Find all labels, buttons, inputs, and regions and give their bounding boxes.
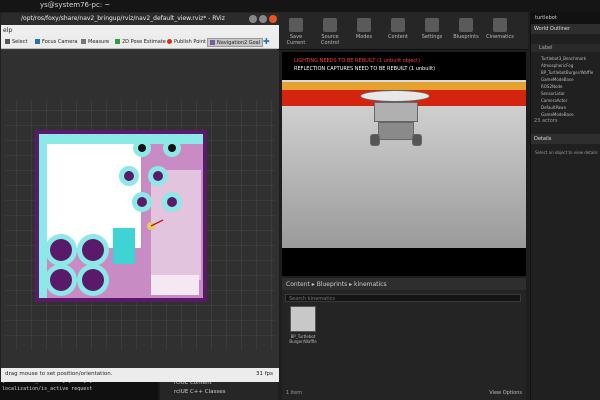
details-title: Details — [531, 134, 600, 144]
viewport-scene — [282, 80, 526, 248]
ue-viewport[interactable]: LIGHTING NEEDS TO BE REBUILT (1 unbuilt … — [282, 52, 526, 276]
folder-item[interactable]: rclUE C++ Classes — [174, 389, 225, 395]
clapper-icon — [493, 18, 507, 32]
arrow-icon — [115, 39, 120, 44]
rviz-statusbar: drag mouse to set position/orientation. … — [1, 368, 279, 382]
robot-base — [378, 122, 414, 140]
inflated-wall-left — [39, 134, 47, 298]
unreal-editor-window: Save Current Source Control Modes Conten… — [278, 12, 600, 400]
free-space-lower — [151, 275, 199, 295]
view-options-button[interactable]: View Options — [489, 390, 522, 396]
tool-focus-camera[interactable]: Focus Camera — [33, 38, 80, 47]
rviz-title: /opt/ros/foxy/share/nav2_bringup/rviz/na… — [21, 15, 225, 22]
details-hint: Select an object to view details — [535, 150, 598, 155]
ue-content-button[interactable]: Content — [382, 18, 414, 40]
rviz-window: /opt/ros/foxy/share/nav2_bringup/rviz/na… — [0, 12, 279, 382]
cursor-icon — [5, 39, 10, 44]
outliner-row[interactable]: GameModeBase — [541, 77, 599, 82]
camera-icon — [35, 39, 40, 44]
tool-publish-point[interactable]: Publish Point — [165, 38, 208, 47]
robot-body — [374, 102, 418, 122]
tool-measure[interactable]: Measure — [79, 38, 111, 47]
tool-navigation2-goal[interactable]: Navigation2 Goal — [207, 38, 264, 47]
reflection-warning: REFLECTION CAPTURES NEED TO BE REBUILT (… — [294, 66, 436, 72]
robot-wheel-left — [370, 134, 380, 146]
goal-icon — [210, 40, 215, 45]
robot-wheel-right — [412, 134, 422, 146]
maximize-button[interactable] — [259, 15, 267, 23]
content-breadcrumb[interactable]: Content ▸ Blueprints ▸ kinematics — [282, 278, 526, 290]
tool-2d-pose-estimate[interactable]: 2D Pose Estimate — [113, 38, 168, 47]
blueprint-icon — [459, 18, 473, 32]
outliner-row[interactable]: BP_TurtlebotBurger/Waffle — [541, 70, 599, 75]
outliner-label-column[interactable]: Label — [531, 44, 600, 52]
asset-label: BP_Turtlebot Burger/Waffle — [289, 334, 317, 344]
asset-thumbnail[interactable] — [290, 306, 316, 332]
robot-top-plate — [360, 90, 430, 102]
content-browser: Content ▸ Blueprints ▸ kinematics Search… — [282, 278, 526, 400]
save-icon — [289, 18, 303, 32]
fps-counter: 31 fps — [255, 371, 273, 377]
actor-count: 23 actors — [534, 118, 558, 124]
content-icon — [391, 18, 405, 32]
ue-blueprints-button[interactable]: Blueprints — [450, 18, 482, 40]
rviz-menubar: elp — [1, 25, 279, 36]
rviz-toolbar: Select Focus Camera Measure 2D Pose Esti… — [1, 36, 279, 49]
gear-icon — [425, 18, 439, 32]
ue-settings-button[interactable]: Settings — [416, 18, 448, 40]
ue-titlebar: turtlebot — [531, 12, 600, 24]
world-outliner-title: World Outliner — [531, 24, 600, 34]
help-menu[interactable]: elp — [3, 27, 12, 34]
outliner-row[interactable]: ROS2Node — [541, 84, 599, 89]
source-control-icon — [323, 18, 337, 32]
outliner-row[interactable]: CameraActor — [541, 98, 599, 103]
add-tool-icon[interactable]: ✚ — [261, 36, 272, 46]
modes-icon — [357, 18, 371, 32]
local-costmap — [113, 228, 135, 264]
outliner-row[interactable]: Turtlebot3_Benchmark — [541, 56, 599, 61]
item-count: 1 item — [286, 390, 303, 396]
lighting-warning: LIGHTING NEEDS TO BE REBUILT (1 unbuilt … — [294, 58, 421, 64]
pin-icon — [167, 39, 172, 44]
terminal-title: ys@system76-pc: ~ — [40, 1, 111, 9]
inflation-zone — [151, 170, 201, 280]
outliner-row[interactable]: SensorLidar — [541, 91, 599, 96]
ue-source-control-button[interactable]: Source Control — [314, 18, 346, 46]
close-button[interactable] — [269, 15, 277, 23]
status-hint: drag mouse to set position/orientation. — [5, 371, 113, 377]
rviz-3d-view[interactable] — [1, 50, 279, 368]
terminal-line: localization/is_active request — [2, 386, 93, 392]
content-search-input[interactable]: Search kinematics — [285, 294, 521, 302]
ruler-icon — [81, 39, 86, 44]
system-top-bar: ys@system76-pc: ~ — [0, 0, 600, 12]
outliner-row[interactable]: AtmosphericFog — [541, 63, 599, 68]
ue-modes-button[interactable]: Modes — [348, 18, 380, 40]
ue-save-button[interactable]: Save Current — [280, 18, 312, 46]
ue-toolbar: Save Current Source Control Modes Conten… — [278, 12, 528, 50]
rviz-titlebar: /opt/ros/foxy/share/nav2_bringup/rviz/na… — [1, 13, 279, 25]
minimize-button[interactable] — [249, 15, 257, 23]
tool-select[interactable]: Select — [3, 38, 29, 47]
ue-cinematics-button[interactable]: Cinematics — [484, 18, 516, 40]
ue-right-panel: turtlebot World Outliner Label Turtlebot… — [530, 12, 600, 400]
outliner-row[interactable]: DefaultPawn — [541, 105, 599, 110]
outliner-row[interactable]: GameModeBase — [541, 112, 599, 117]
costmap-render — [1, 50, 279, 368]
